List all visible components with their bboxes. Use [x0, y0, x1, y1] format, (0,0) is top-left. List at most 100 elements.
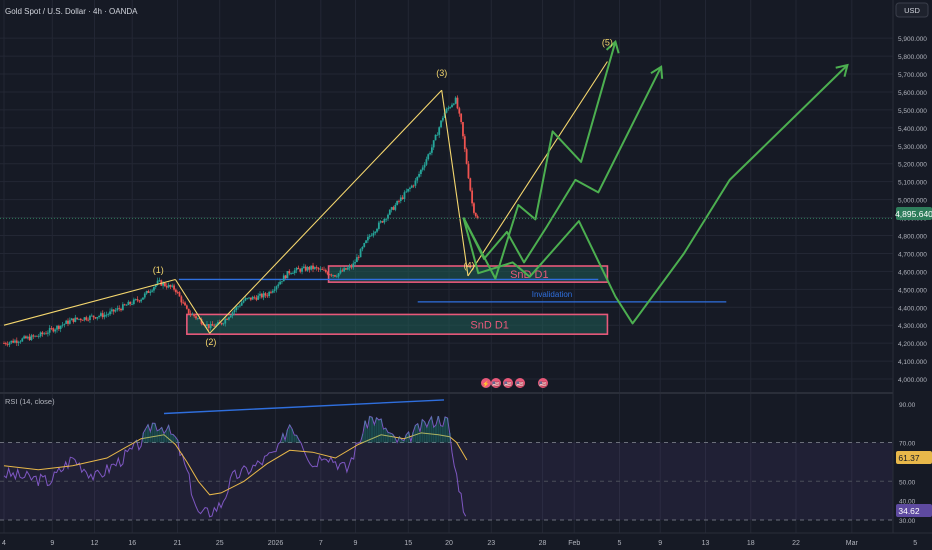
candle-up: [149, 291, 152, 293]
candle-down: [253, 296, 256, 298]
candle-up: [65, 320, 68, 324]
candle-up: [134, 299, 137, 300]
candle-down: [52, 328, 55, 332]
candle-up: [229, 315, 232, 318]
candle-down: [25, 336, 27, 339]
candle-up: [379, 221, 382, 223]
candle-up: [385, 218, 388, 220]
candle-up: [167, 284, 170, 288]
candle-down: [12, 340, 15, 343]
candle-up: [390, 207, 393, 210]
candle-up: [63, 323, 66, 325]
candle-up: [343, 268, 346, 272]
symbol-title[interactable]: Gold Spot / U.S. Dollar · 4h · OANDA: [5, 7, 138, 16]
currency-label: USD: [904, 6, 920, 15]
candle-down: [187, 308, 190, 314]
wave-label: (5): [602, 37, 613, 47]
candle-up: [100, 313, 102, 316]
price-tick-label: 4,300.000: [898, 323, 927, 330]
candle-down: [36, 335, 38, 337]
candle-up: [440, 120, 442, 128]
candle-down: [324, 269, 327, 273]
price-tick-label: 4,600.000: [898, 269, 927, 276]
candle-down: [304, 266, 307, 271]
candle-up: [409, 187, 411, 189]
candle-down: [341, 270, 344, 272]
candle-down: [473, 203, 475, 213]
candle-down: [328, 274, 331, 276]
candle-up: [259, 293, 261, 296]
rsi-tick-label: 30.00: [899, 518, 916, 525]
rsi-tick-label: 70.00: [899, 441, 916, 448]
candle-down: [471, 190, 474, 204]
time-tick-label: 9: [658, 540, 662, 547]
candle-up: [368, 235, 371, 237]
candle-up: [83, 317, 86, 321]
candle-up: [68, 320, 71, 324]
candle-up: [403, 192, 406, 199]
candle-up: [410, 185, 413, 188]
candle-down: [264, 293, 267, 296]
candle-down: [92, 315, 95, 318]
time-tick-label: 13: [702, 540, 710, 547]
candle-up: [366, 236, 369, 241]
candle-up: [96, 317, 99, 319]
candle-down: [176, 292, 179, 294]
candle-down: [249, 297, 252, 300]
candle-up: [242, 300, 245, 303]
candle-up: [441, 117, 444, 121]
price-tick-label: 5,800.000: [898, 54, 927, 61]
candle-down: [94, 317, 97, 319]
candle-down: [469, 178, 472, 191]
candle-down: [3, 343, 5, 344]
time-tick-label: 18: [747, 540, 755, 547]
price-tick-label: 5,600.000: [898, 90, 927, 97]
candle-up: [282, 275, 285, 282]
rsi-tick-label: 50.00: [899, 479, 916, 486]
candle-up: [332, 275, 335, 276]
candle-up: [131, 304, 133, 305]
candle-down: [50, 328, 53, 329]
rsi-title[interactable]: RSI (14, close): [5, 397, 55, 406]
tradingview-chart[interactable]: SnD D1SnD D1 Invalidation (1)(2)(3)(4)(5…: [0, 0, 932, 550]
candle-up: [17, 342, 20, 343]
candle-down: [462, 122, 464, 137]
candle-down: [45, 333, 47, 335]
price-tick-label: 4,700.000: [898, 251, 927, 258]
candle-up: [127, 301, 130, 306]
candle-up: [445, 108, 448, 113]
price-tick-label: 5,700.000: [898, 72, 927, 79]
candle-down: [87, 319, 90, 321]
candle-up: [451, 104, 453, 108]
snd-zone-1[interactable]: [186, 313, 609, 335]
candle-down: [207, 324, 210, 329]
candle-up: [257, 295, 260, 300]
candle-down: [67, 320, 69, 324]
candle-up: [251, 296, 254, 300]
candle-down: [173, 285, 175, 290]
candle-down: [193, 314, 196, 317]
time-tick-label: 2026: [268, 540, 284, 547]
candle-up: [54, 329, 57, 332]
candle-up: [348, 266, 351, 268]
invalidation-label: Invalidation: [532, 290, 572, 299]
candle-up: [196, 318, 199, 320]
candle-down: [317, 267, 320, 270]
candle-up: [43, 333, 46, 335]
candle-up: [290, 273, 292, 275]
candle-up: [416, 176, 419, 181]
time-tick-label: 15: [404, 540, 412, 547]
candle-down: [412, 185, 415, 187]
candle-up: [233, 310, 236, 313]
candle-up: [268, 291, 271, 297]
candle-down: [112, 309, 115, 312]
candle-up: [109, 311, 111, 315]
candle-up: [231, 312, 234, 316]
candle-up: [23, 336, 26, 339]
candle-up: [405, 191, 408, 193]
candle-down: [6, 344, 9, 345]
rsi-band: [0, 442, 893, 520]
candle-up: [337, 273, 340, 277]
current-price-label: 4,895.640: [895, 209, 932, 219]
candle-up: [420, 169, 422, 174]
